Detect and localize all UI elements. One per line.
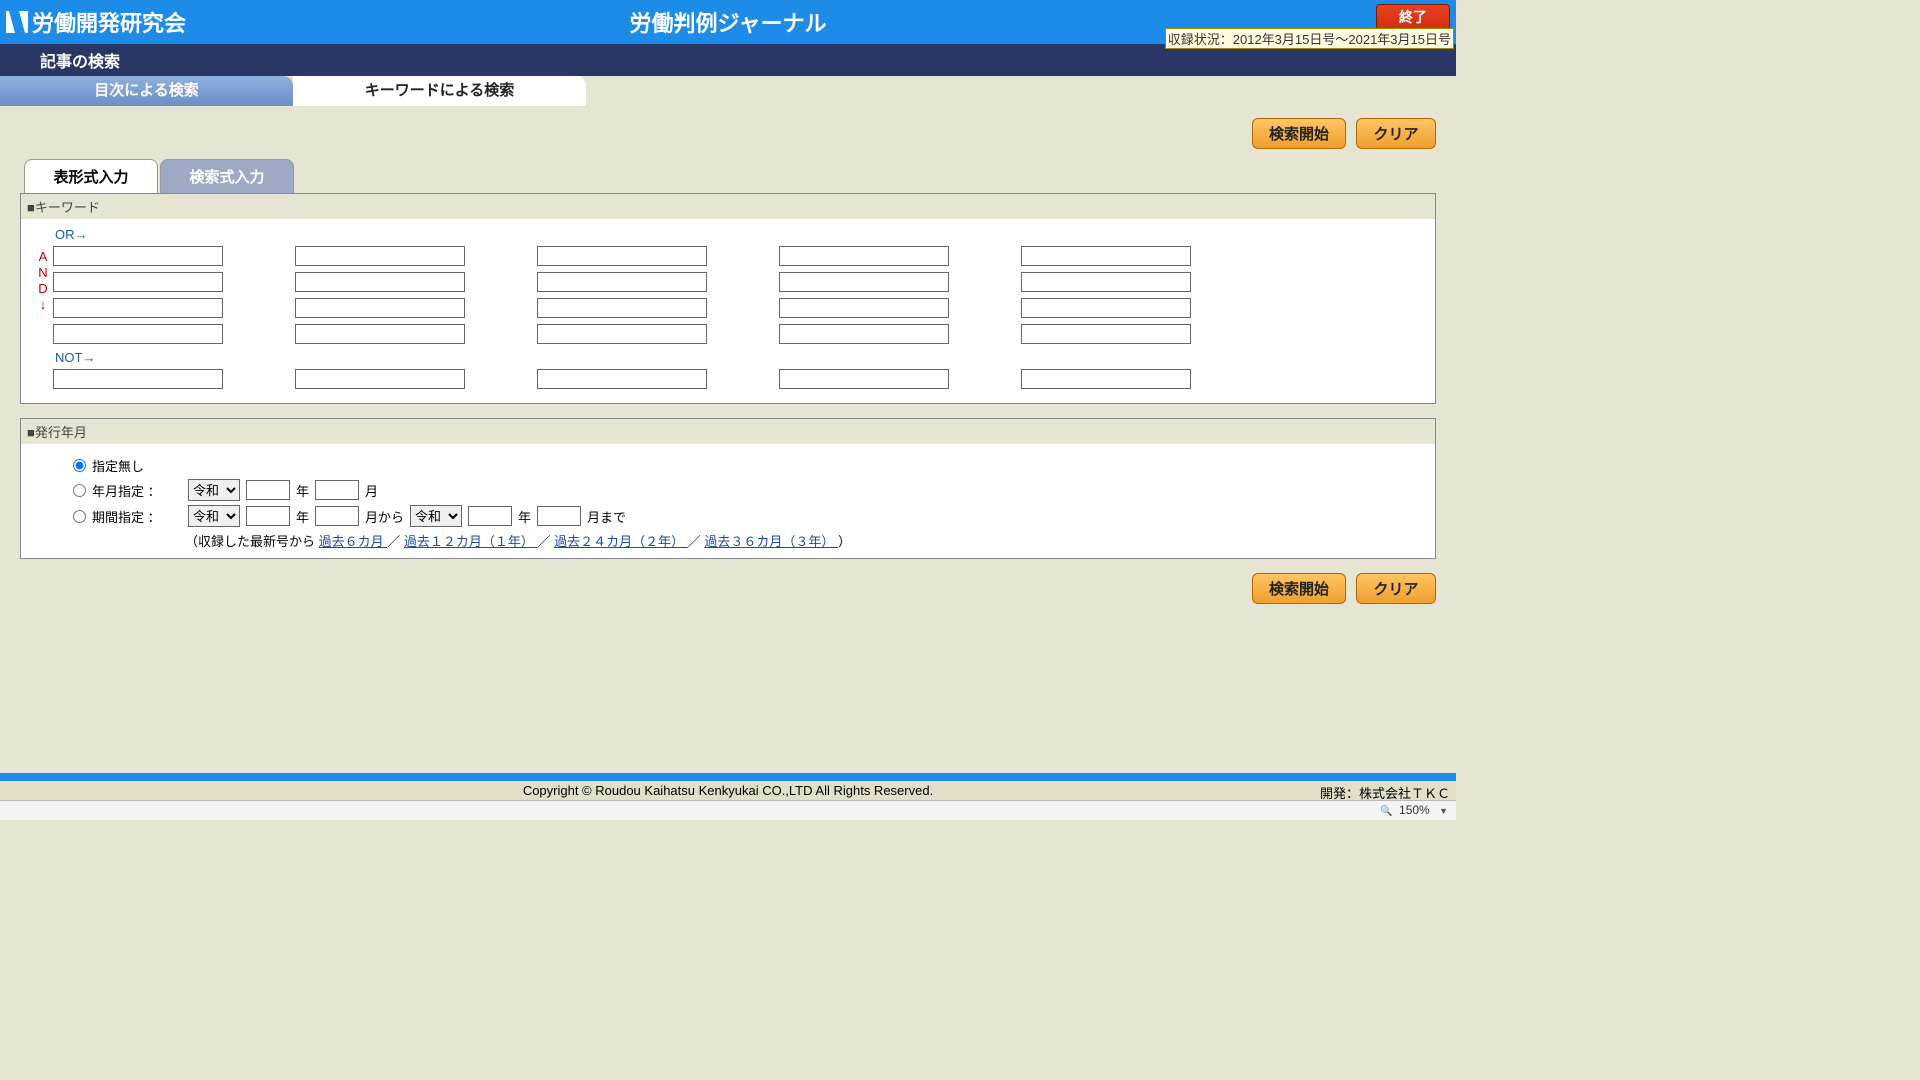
date-panel-title: ■発行年月: [21, 419, 1435, 444]
year-input[interactable]: [246, 480, 290, 500]
radio-no-spec[interactable]: [73, 459, 86, 472]
keyword-input[interactable]: [1021, 298, 1191, 318]
keyword-input[interactable]: [537, 272, 707, 292]
keyword-input[interactable]: [537, 324, 707, 344]
radio-range[interactable]: [73, 510, 86, 523]
era-from-select[interactable]: 令和: [188, 505, 240, 527]
keyword-input[interactable]: [53, 298, 223, 318]
clear-button-bottom[interactable]: クリア: [1356, 573, 1436, 604]
month-input[interactable]: [315, 480, 359, 500]
and-label: A N D ↓: [33, 227, 53, 395]
keyword-input[interactable]: [779, 246, 949, 266]
keyword-input[interactable]: [295, 298, 465, 318]
link-past-24m[interactable]: 過去２４カ月（２年）: [554, 534, 688, 549]
era-to-select[interactable]: 令和: [410, 505, 462, 527]
keyword-input[interactable]: [537, 246, 707, 266]
subtab-expression-input[interactable]: 検索式入力: [160, 159, 294, 193]
not-label: NOT→: [55, 350, 1423, 365]
not-input[interactable]: [537, 369, 707, 389]
clear-button[interactable]: クリア: [1356, 118, 1436, 149]
not-input[interactable]: [779, 369, 949, 389]
quick-range-links: （収録した最新号から 過去６カ月 ／ 過去１２カ月（１年） ／ 過去２４カ月（２…: [185, 531, 1423, 550]
search-start-button-bottom[interactable]: 検索開始: [1252, 573, 1346, 604]
browser-zoom-bar: 🔍 150% ▼: [0, 800, 1456, 820]
tab-keyword-search[interactable]: キーワードによる検索: [293, 76, 586, 106]
month-from-input[interactable]: [315, 506, 359, 526]
keyword-input[interactable]: [1021, 324, 1191, 344]
tab-toc-search[interactable]: 目次による検索: [0, 76, 293, 106]
month-to-input[interactable]: [537, 506, 581, 526]
keyword-input[interactable]: [779, 324, 949, 344]
keyword-input[interactable]: [53, 272, 223, 292]
chevron-down-icon[interactable]: ▼: [1439, 806, 1448, 816]
keyword-input[interactable]: [1021, 246, 1191, 266]
year-from-input[interactable]: [246, 506, 290, 526]
keyword-input[interactable]: [295, 324, 465, 344]
or-label: OR→: [55, 227, 1423, 242]
keyword-panel-title: ■キーワード: [21, 194, 1435, 219]
radio-ym[interactable]: [73, 484, 86, 497]
not-input[interactable]: [295, 369, 465, 389]
not-input[interactable]: [53, 369, 223, 389]
zoom-level[interactable]: 150%: [1399, 803, 1430, 817]
link-past-12m[interactable]: 過去１２カ月（１年）: [404, 534, 538, 549]
keyword-input[interactable]: [1021, 272, 1191, 292]
year-to-input[interactable]: [468, 506, 512, 526]
zoom-icon: 🔍: [1380, 806, 1392, 817]
search-start-button[interactable]: 検索開始: [1252, 118, 1346, 149]
keyword-input[interactable]: [537, 298, 707, 318]
opt-range-label: 期間指定 ：: [92, 507, 182, 526]
opt-none-label: 指定無し: [92, 456, 144, 475]
link-past-6m[interactable]: 過去６カ月: [319, 534, 388, 549]
not-input[interactable]: [1021, 369, 1191, 389]
link-past-36m[interactable]: 過去３６カ月（３年）: [704, 534, 838, 549]
exit-button[interactable]: 終了: [1376, 4, 1450, 30]
copyright: Copyright © Roudou Kaihatsu Kenkyukai CO…: [523, 783, 933, 798]
era-select[interactable]: 令和: [188, 479, 240, 501]
keyword-input[interactable]: [779, 272, 949, 292]
keyword-input[interactable]: [53, 246, 223, 266]
subtab-table-input[interactable]: 表形式入力: [24, 159, 158, 193]
keyword-input[interactable]: [779, 298, 949, 318]
keyword-input[interactable]: [295, 246, 465, 266]
keyword-input[interactable]: [295, 272, 465, 292]
opt-ym-label: 年月指定 ：: [92, 481, 182, 500]
status-range: 収録状況：2012年3月15日号～2021年3月15日号: [1165, 28, 1454, 49]
keyword-input[interactable]: [53, 324, 223, 344]
